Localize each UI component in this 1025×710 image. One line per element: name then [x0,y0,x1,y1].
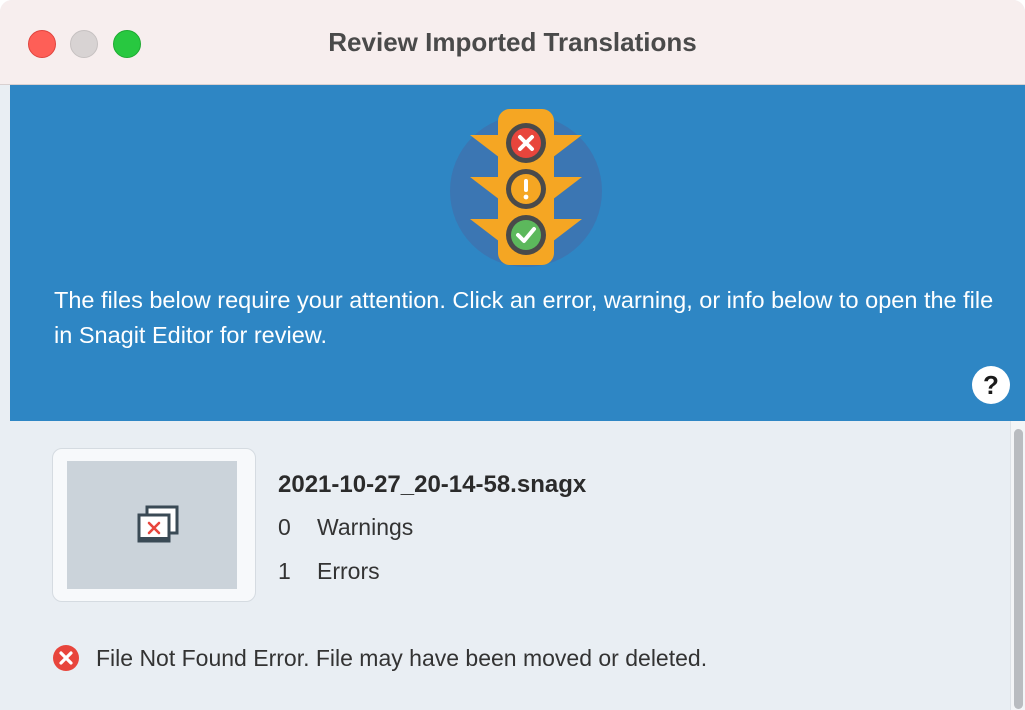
warnings-label: Warnings [317,514,414,540]
vertical-scrollbar[interactable] [1010,421,1025,710]
file-thumbnail[interactable] [52,448,256,602]
traffic-light-icon [450,109,602,267]
missing-file-icon [137,505,179,543]
error-x-icon [53,645,79,671]
window-title: Review Imported Translations [328,27,697,57]
file-list: 2021-10-27_20-14-58.snagx 0 Warnings 1 Err… [10,421,1010,710]
errors-count: 1 [278,558,291,584]
error-item[interactable]: File Not Found Error. File may have been… [52,643,707,673]
file-name[interactable]: 2021-10-27_20-14-58.snagx [278,471,586,499]
errors-summary[interactable]: 1 Errors [278,558,380,585]
info-header: The files below require your attention. … [10,85,1025,421]
error-message: File Not Found Error. File may have been… [96,644,708,671]
thumbnail-placeholder [67,461,237,589]
info-message: The files below require your attention. … [54,287,994,348]
title-bar[interactable]: Review Imported Translations [0,0,1025,85]
errors-label: Errors [317,558,380,584]
review-imported-translations-window: Review Imported Translations The files b… [0,0,1025,710]
warnings-summary[interactable]: 0 Warnings [278,514,413,541]
help-button[interactable]: ? [972,366,1010,404]
scrollbar-thumb[interactable] [1014,429,1023,709]
warnings-count: 0 [278,514,291,540]
